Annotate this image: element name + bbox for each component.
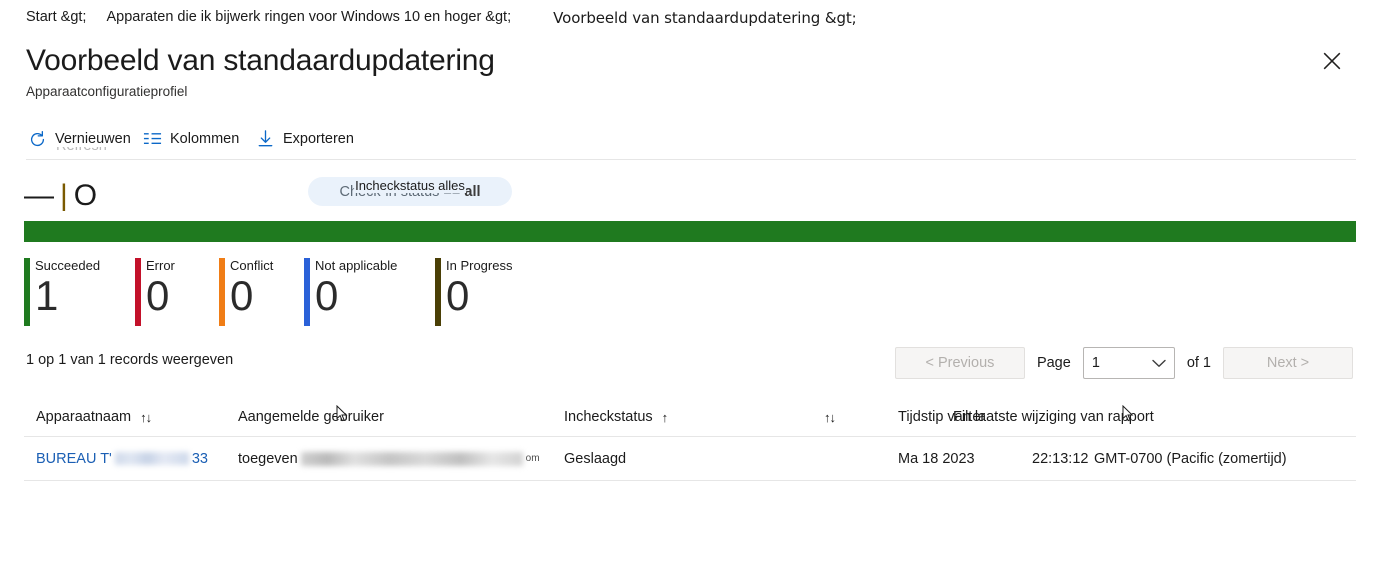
view-toggle-glyphs[interactable]: — | O bbox=[24, 176, 103, 216]
total-pages-label: of 1 bbox=[1186, 355, 1211, 371]
redacted-device-name bbox=[114, 452, 189, 465]
sort-arrows-icon: ↑↓ bbox=[140, 409, 152, 425]
cell-logged-on-user: toegeven om bbox=[238, 437, 540, 480]
column-header-label: Apparaatnaam bbox=[36, 409, 132, 425]
page-label: Page bbox=[1036, 355, 1071, 371]
columns-label: Kolommen bbox=[170, 131, 240, 147]
status-tile-value: 0 bbox=[230, 272, 253, 319]
status-tile-label: Error bbox=[146, 258, 175, 273]
status-tile-value: 0 bbox=[315, 272, 338, 319]
status-tile-label: In Progress bbox=[446, 258, 513, 273]
cell-report-date: Ma 18 2023 bbox=[898, 450, 975, 467]
status-tile-label: Conflict bbox=[230, 258, 274, 273]
export-button[interactable]: Exporteren bbox=[254, 122, 354, 156]
page-number-value: 1 bbox=[1091, 355, 1100, 371]
status-tile-error[interactable]: Error 0 bbox=[135, 258, 175, 326]
previous-page-button[interactable]: < Previous bbox=[894, 347, 1025, 379]
export-label: Exporteren bbox=[283, 131, 354, 147]
refresh-icon bbox=[26, 128, 48, 150]
column-header-logged-on-user[interactable]: Aangemelde gebruiker bbox=[238, 398, 384, 436]
column-header-checkin-status[interactable]: Incheckstatus ↑ bbox=[564, 398, 668, 436]
cell-report-timezone: GMT-0700 (Pacific (zomertijd) bbox=[1094, 450, 1287, 467]
close-icon bbox=[1321, 50, 1343, 72]
pagination: < Previous Page 1 of 1 Next > bbox=[894, 347, 1353, 379]
status-tile-value: 0 bbox=[146, 272, 169, 319]
redacted-user-name bbox=[300, 451, 523, 466]
status-summary-bar bbox=[24, 221, 1356, 242]
table-row[interactable]: BUREAU T' 33 toegeven om Geslaagd Ma 18 … bbox=[24, 437, 1356, 481]
next-page-button[interactable]: Next > bbox=[1223, 347, 1353, 379]
status-tile-label: Succeeded bbox=[35, 258, 101, 273]
status-tile-conflict[interactable]: Conflict 0 bbox=[219, 258, 273, 326]
cell-device-name[interactable]: BUREAU T' 33 bbox=[36, 437, 208, 480]
status-tile-value: 0 bbox=[446, 272, 469, 319]
breadcrumb: Start &gt; Apparaten die ik bijwerk ring… bbox=[26, 9, 1356, 31]
status-tile-label: Not applicable bbox=[315, 258, 398, 273]
command-bar-divider bbox=[26, 159, 1356, 160]
table-header-row: Apparaatnaam ↑↓ Aangemelde gebruiker Inc… bbox=[24, 398, 1356, 437]
refresh-button[interactable]: Refresh Vernieuwen bbox=[26, 122, 131, 156]
page-title: Voorbeeld van standaardupdatering bbox=[26, 44, 495, 77]
status-tile-succeeded[interactable]: Succeeded 1 bbox=[24, 258, 100, 326]
download-icon bbox=[254, 128, 276, 150]
column-header-label: Tijdstip van laatste wijziging van rappo… bbox=[898, 409, 1154, 425]
user-suffix: om bbox=[525, 453, 540, 464]
filter-pill-original-value: all bbox=[464, 184, 481, 200]
status-tile-not-applicable[interactable]: Not applicable 0 bbox=[304, 258, 397, 326]
breadcrumb-item-devices[interactable]: Apparaten die ik bijwerk ringen voor Win… bbox=[106, 9, 511, 25]
device-name-prefix: BUREAU T' bbox=[36, 450, 112, 467]
columns-icon bbox=[141, 128, 163, 150]
refresh-label: Vernieuwen bbox=[55, 131, 131, 147]
cell-report-time: 22:13:12 bbox=[1032, 450, 1089, 467]
cell-checkin-status: Geslaagd bbox=[564, 450, 627, 467]
status-tile-value: 1 bbox=[35, 272, 58, 319]
column-header-last-report-time[interactable]: Tijdstip van laatste wijziging van rappo… bbox=[898, 398, 1154, 436]
column-header-device-name[interactable]: Apparaatnaam ↑↓ bbox=[36, 398, 152, 436]
dash-icon: — bbox=[24, 179, 60, 212]
command-bar: Refresh Vernieuwen Kolommen Exporteren bbox=[26, 122, 1356, 158]
filter-pill-label: Incheckstatus alles bbox=[354, 178, 466, 193]
device-status-table: Apparaatnaam ↑↓ Aangemelde gebruiker Inc… bbox=[24, 398, 1356, 481]
bar-icon: | bbox=[60, 179, 74, 212]
page-number-select[interactable]: 1 bbox=[1082, 347, 1175, 379]
breadcrumb-item-current[interactable]: Voorbeeld van standaardupdatering &gt; bbox=[553, 9, 857, 27]
records-count-text: 1 op 1 van 1 records weergeven bbox=[26, 352, 234, 368]
sort-arrows-icon: ↑↓ bbox=[824, 409, 836, 425]
breadcrumb-item-home[interactable]: Start &gt; bbox=[26, 9, 86, 25]
close-button[interactable] bbox=[1315, 44, 1349, 78]
page-subtitle: Apparaatconfiguratieprofiel bbox=[26, 84, 188, 99]
sort-arrow-icon: ↑ bbox=[661, 409, 668, 425]
column-header-label: Aangemelde gebruiker bbox=[238, 409, 384, 425]
filter-pill-checkin-status[interactable]: Check-in status == all Incheckstatus all… bbox=[308, 177, 512, 206]
column-header-label: Incheckstatus bbox=[564, 409, 653, 425]
chevron-down-icon bbox=[1152, 359, 1166, 368]
user-prefix: toegeven bbox=[238, 450, 298, 467]
status-tile-in-progress[interactable]: In Progress 0 bbox=[435, 258, 512, 326]
columns-button[interactable]: Kolommen bbox=[141, 122, 239, 156]
device-name-suffix: 33 bbox=[191, 450, 208, 467]
circle-icon: O bbox=[73, 179, 104, 212]
